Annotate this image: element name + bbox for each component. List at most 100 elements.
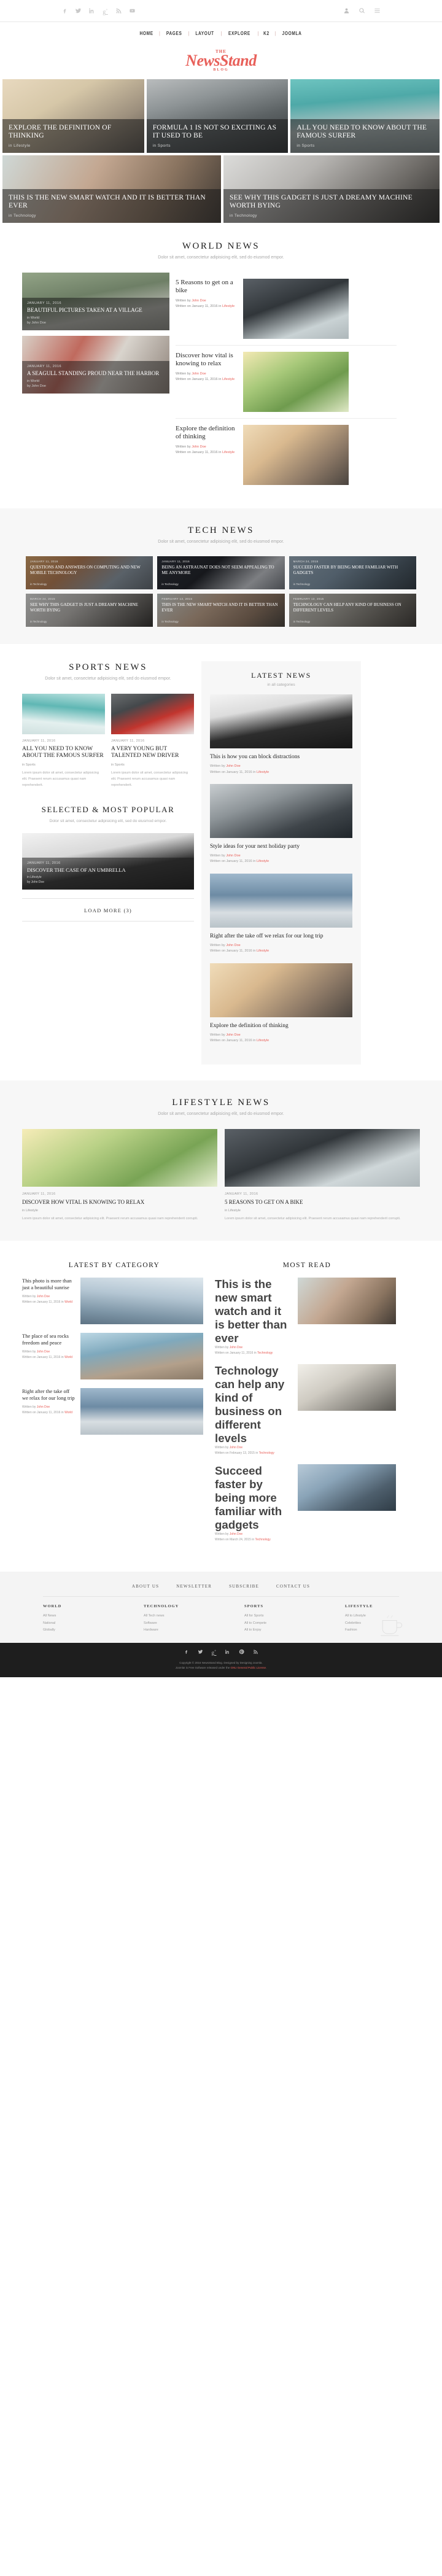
search-icon[interactable] bbox=[359, 7, 365, 14]
linkedin-icon[interactable] bbox=[225, 1649, 230, 1656]
item-author[interactable]: John Doe bbox=[230, 1532, 242, 1536]
item-author[interactable]: John Doe bbox=[226, 764, 241, 768]
item-category[interactable]: World bbox=[64, 1411, 72, 1414]
nav-item-layout[interactable]: LAYOUT bbox=[192, 31, 218, 36]
item-category[interactable]: Lifestyle bbox=[222, 305, 235, 308]
mostread-item-business[interactable]: Technology can help any kind of business… bbox=[215, 1364, 399, 1456]
tech-card[interactable]: JANUARY 11, 2016 QUESTIONS AND ANSWERS O… bbox=[26, 556, 153, 589]
latest-item-distractions[interactable]: This is how you can block distractions W… bbox=[210, 694, 352, 775]
footer-link[interactable]: All Tech news bbox=[144, 1613, 198, 1620]
twitter-icon[interactable] bbox=[198, 1649, 203, 1656]
tech-card[interactable]: FEBRUARY 13, 2015 TECHNOLOGY CAN HELP AN… bbox=[289, 594, 416, 627]
footer-link[interactable]: Globally bbox=[43, 1627, 97, 1634]
item-author[interactable]: John Doe bbox=[226, 854, 241, 858]
item-category[interactable]: Lifestyle bbox=[222, 378, 235, 381]
footer-link[interactable]: All for Sports bbox=[244, 1613, 298, 1620]
linkedin-icon[interactable] bbox=[88, 7, 95, 14]
latest-item-style[interactable]: Style ideas for your next holiday party … bbox=[210, 783, 352, 865]
category-item-takeoff[interactable]: Right after the take off we relax for ou… bbox=[22, 1388, 206, 1435]
item-category[interactable]: World bbox=[64, 1300, 72, 1304]
item-author[interactable]: John Doe bbox=[226, 1033, 241, 1037]
footer-nav-newsletter[interactable]: NEWSLETTER bbox=[176, 1584, 212, 1589]
rss-icon[interactable] bbox=[253, 1649, 258, 1656]
footer-link[interactable]: All to Compete bbox=[244, 1620, 298, 1627]
in-label: in bbox=[219, 378, 222, 382]
category-item-searocks[interactable]: The place of sea rocks freedom and peace… bbox=[22, 1333, 206, 1380]
googleplus-icon[interactable]: g+ bbox=[102, 7, 109, 15]
category-item-sunrise[interactable]: This photo is more than just a beautiful… bbox=[22, 1278, 206, 1325]
user-icon[interactable] bbox=[343, 7, 350, 14]
menu-icon[interactable] bbox=[374, 7, 381, 14]
item-author[interactable]: John Doe bbox=[37, 1405, 50, 1409]
item-author[interactable]: John Doe bbox=[226, 944, 241, 947]
item-date: JANUARY 11, 2016 bbox=[22, 1192, 56, 1196]
world-card-seagull[interactable]: JANUARY 11, 2016 A SEAGULL STANDING PROU… bbox=[22, 335, 169, 394]
footer-link[interactable]: Hardware bbox=[144, 1627, 198, 1634]
item-author[interactable]: John Doe bbox=[230, 1346, 242, 1349]
footer-link[interactable]: All News bbox=[43, 1613, 97, 1620]
item-author[interactable]: John Doe bbox=[230, 1446, 242, 1449]
tech-card[interactable]: MARCH 24, 2015 SUCCEED FASTER BY BEING M… bbox=[289, 556, 416, 589]
nav-item-joomla[interactable]: JOOMLA bbox=[279, 31, 305, 36]
world-card-village[interactable]: JANUARY 11, 2016 BEAUTIFUL PICTURES TAKE… bbox=[22, 272, 169, 330]
hero-card-formula1[interactable]: FORMULA 1 IS NOT SO EXCITING AS IT USED … bbox=[146, 79, 289, 153]
world-list-item-bike[interactable]: 5 Reasons to get on a bike Written by Jo… bbox=[176, 273, 397, 346]
hero-card-thinking[interactable]: EXPLORE THE DEFINITION OF THINKING in Li… bbox=[2, 79, 144, 153]
facebook-icon[interactable] bbox=[184, 1649, 189, 1656]
hero-card-gadget[interactable]: SEE WHY THIS GADGET IS JUST A DREAMY MAC… bbox=[223, 155, 440, 223]
nav-item-k2[interactable]: K2 bbox=[260, 31, 273, 36]
item-author[interactable]: John Doe bbox=[192, 299, 206, 303]
hero-card-surfer[interactable]: ALL YOU NEED TO KNOW ABOUT THE FAMOUS SU… bbox=[290, 79, 440, 153]
nav-item-explore[interactable]: EXPLORE bbox=[225, 31, 254, 36]
mostread-item-gadgets[interactable]: Succeed faster by being more familiar wi… bbox=[215, 1464, 399, 1542]
item-category[interactable]: Lifestyle bbox=[257, 859, 269, 863]
hero-card-smartwatch[interactable]: THIS IS THE NEW SMART WATCH AND IT IS BE… bbox=[2, 155, 221, 223]
popular-card-umbrella[interactable]: JANUARY 11, 2016 DISCOVER THE CASE OF AN… bbox=[22, 833, 194, 890]
item-author[interactable]: John Doe bbox=[37, 1295, 50, 1298]
footer-nav-about[interactable]: ABOUT US bbox=[132, 1584, 159, 1589]
item-author[interactable]: John Doe bbox=[192, 372, 206, 376]
item-category[interactable]: Lifestyle bbox=[222, 451, 235, 454]
card-category: in Technology bbox=[30, 583, 47, 586]
footer-link[interactable]: All to Enjoy bbox=[244, 1627, 298, 1634]
site-logo[interactable]: THE NewsStand BLOG bbox=[0, 44, 442, 79]
load-more-button[interactable]: LOAD MORE (3) bbox=[22, 898, 194, 922]
tech-card[interactable]: MARCH 24, 2015 SEE WHY THIS GADGET IS JU… bbox=[26, 594, 153, 627]
item-author[interactable]: John Doe bbox=[37, 1350, 50, 1354]
item-category[interactable]: Lifestyle bbox=[257, 949, 269, 953]
youtube-icon[interactable] bbox=[129, 7, 136, 14]
lifestyle-item-bike[interactable]: JANUARY 11, 2016 5 REASONS TO GET ON A B… bbox=[225, 1128, 420, 1222]
footer-link[interactable]: National bbox=[43, 1620, 97, 1627]
world-list-item-thinking[interactable]: Explore the definition of thinking Writt… bbox=[176, 419, 397, 491]
item-title: Technology can help any kind of business… bbox=[215, 1364, 285, 1445]
item-category[interactable]: Lifestyle bbox=[257, 770, 269, 774]
tech-card[interactable]: FEBRUARY 13, 2015 THIS IS THE NEW SMART … bbox=[157, 594, 285, 627]
facebook-icon[interactable] bbox=[61, 7, 68, 14]
lifestyle-item-relax[interactable]: JANUARY 11, 2016 DISCOVER HOW VITAL IS K… bbox=[22, 1128, 217, 1222]
footer-link[interactable]: Software bbox=[144, 1620, 198, 1627]
tech-news-section: TECH NEWS Dolor sit amet, consectetur ad… bbox=[0, 508, 442, 644]
sports-item-driver[interactable]: JANUARY 11, 2016 A VERY YOUNG BUT TALENT… bbox=[111, 693, 194, 789]
item-category[interactable]: World bbox=[64, 1356, 72, 1359]
pinterest-icon[interactable] bbox=[239, 1649, 245, 1656]
item-category[interactable]: Technology bbox=[257, 1351, 273, 1355]
item-category[interactable]: Technology bbox=[259, 1451, 274, 1455]
nav-item-pages[interactable]: PAGES bbox=[163, 31, 185, 36]
tech-card[interactable]: JANUARY 11, 2016 BEING AN ASTRAUNAT DOES… bbox=[157, 556, 285, 589]
gpl-link[interactable]: GNU General Public License. bbox=[231, 1666, 267, 1669]
world-list-item-relax[interactable]: Discover how vital is knowing to relax W… bbox=[176, 346, 397, 419]
footer-nav-subscribe[interactable]: SUBSCRIBE bbox=[229, 1584, 259, 1589]
latest-item-thinking[interactable]: Explore the definition of thinking Writt… bbox=[210, 963, 352, 1044]
latest-item-takeoff[interactable]: Right after the take off we relax for ou… bbox=[210, 873, 352, 955]
mostread-item-smartwatch[interactable]: This is the new smart watch and it is be… bbox=[215, 1278, 399, 1356]
rss-icon[interactable] bbox=[115, 7, 122, 14]
item-category[interactable]: Lifestyle bbox=[257, 1039, 269, 1042]
nav-item-home[interactable]: HOME bbox=[136, 31, 157, 36]
item-image bbox=[210, 873, 352, 928]
item-category[interactable]: Technology bbox=[255, 1538, 270, 1542]
footer-nav-contact[interactable]: CONTACT US bbox=[276, 1584, 310, 1589]
item-author[interactable]: John Doe bbox=[192, 445, 206, 449]
twitter-icon[interactable] bbox=[75, 7, 82, 14]
sports-item-surfer[interactable]: JANUARY 11, 2016 ALL YOU NEED TO KNOW AB… bbox=[22, 693, 105, 789]
googleplus-icon[interactable]: g+ bbox=[212, 1649, 217, 1656]
